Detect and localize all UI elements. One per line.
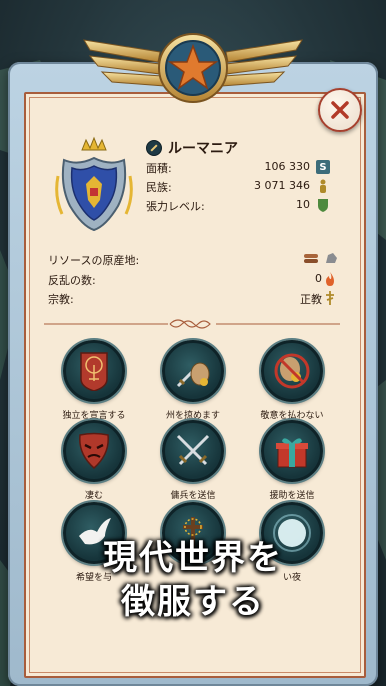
close-icon [331,101,349,119]
action-circle[interactable] [162,420,224,482]
action-circle[interactable] [261,340,323,402]
area-icon: S [316,160,330,174]
action-circle[interactable] [63,340,125,402]
action-label: 傭兵を送信 [170,491,216,501]
crossed-swords-icon [176,434,210,466]
stone-resource-icon [324,252,338,267]
promo-caption: 現代世界を 徴服する [0,536,386,624]
religion-value: 正教 [300,293,322,306]
gift-icon [276,438,308,468]
wood-resource-icon [304,252,318,267]
action-declare-independence[interactable]: 独立を宣言する [44,340,144,421]
action-send-mercenaries[interactable]: 傭兵を送信 [143,420,243,501]
winged-star-emblem-icon [83,33,303,103]
tension-icon [316,198,330,212]
close-button[interactable] [318,88,362,132]
action-circle[interactable] [63,420,125,482]
stat-value: 3 071 346 [254,179,310,192]
stat-area: 面積: 106 330 S [146,160,334,176]
rebellions-row: 反乱の数: 0 [48,272,338,288]
religion-label: 宗教: [48,293,74,306]
action-label: 凄む [84,491,103,501]
mask-icon [79,432,109,469]
promo-line-2: 徴服する [121,582,265,622]
country-name: ルーマニア [168,141,238,157]
stat-label: 民族: [146,181,172,194]
stat-value: 106 330 [264,160,311,173]
action-refuse-tribute[interactable]: 敬意を払わない [242,340,342,421]
edit-pen-icon [146,140,162,156]
no-gold-icon [274,353,310,389]
action-send-aid[interactable]: 援助を送信 [242,420,342,501]
religion-row: 宗教: 正教 [48,291,338,307]
rebellions-label: 反乱の数: [48,274,96,287]
fire-icon [324,272,338,286]
stat-tension: 張力レベル: 10 [146,198,334,214]
resources-row: リソースの原産地: [48,252,338,268]
resources-label: リソースの原産地: [48,254,140,267]
stat-population: 民族: 3 071 346 [146,179,334,195]
promo-line-1: 現代世界を [103,538,283,578]
action-label: 援助を送信 [269,491,315,501]
action-circle[interactable] [162,340,224,402]
stat-value: 10 [296,198,310,211]
country-header: ルーマニア [146,138,238,158]
stat-label: 張力レベル: [146,200,205,213]
coat-of-arms-icon [55,136,133,232]
orthodox-cross-icon [324,291,338,305]
rebellions-value: 0 [315,272,322,285]
tree-emblem-icon [80,352,108,391]
sword-and-sack-icon [176,362,210,388]
population-icon [316,179,330,193]
ornamental-divider [44,319,340,329]
action-intimidate[interactable]: 凄む [44,420,144,501]
stat-label: 面積: [146,162,172,175]
action-plunder-province[interactable]: 州を掠めます [143,340,243,421]
action-circle[interactable] [261,420,323,482]
